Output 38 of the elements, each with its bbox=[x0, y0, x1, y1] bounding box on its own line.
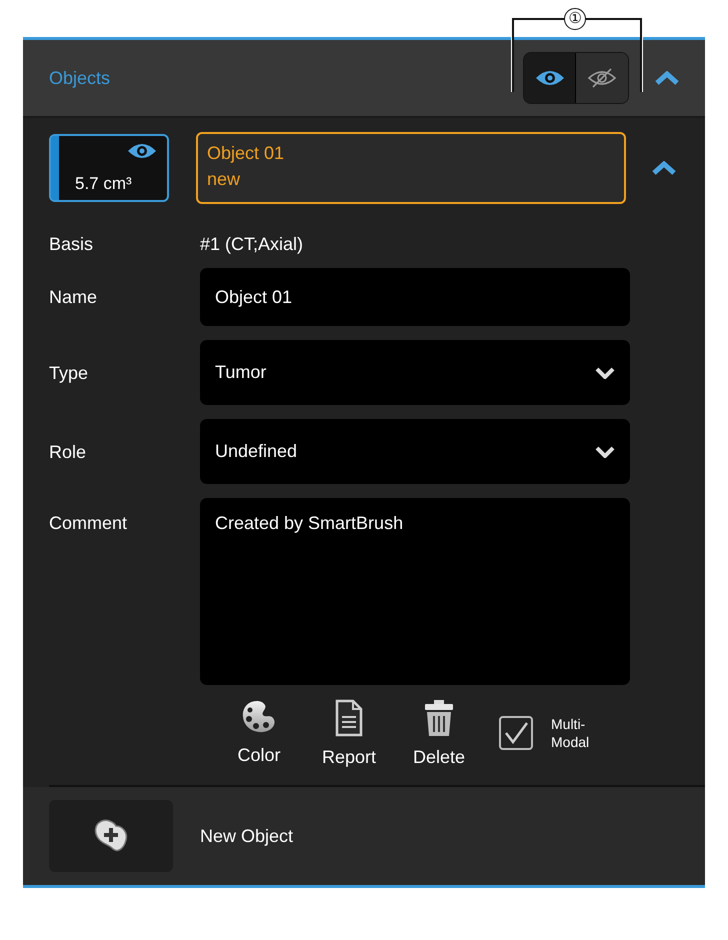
new-object-label: New Object bbox=[200, 826, 294, 846]
trash-icon bbox=[424, 699, 454, 737]
trash-button[interactable]: Delete bbox=[399, 695, 479, 772]
field-value: #1 (CT;Axial) bbox=[200, 234, 304, 254]
field-label: Name bbox=[49, 287, 98, 307]
object-card[interactable]: 5.7 cm³ bbox=[49, 134, 169, 202]
hide-button[interactable] bbox=[576, 53, 628, 103]
volume-value: 5.7 cm³ bbox=[74, 174, 132, 194]
object-name-card[interactable]: Object 01 new bbox=[196, 132, 626, 204]
palette-button[interactable]: Color bbox=[219, 695, 299, 770]
crossed-eye-icon bbox=[587, 68, 617, 88]
comment-field[interactable]: Created by SmartBrush bbox=[200, 498, 630, 685]
chevron-up-icon[interactable] bbox=[652, 161, 676, 175]
field-label: Comment bbox=[49, 513, 128, 533]
name-field[interactable]: Object 01 bbox=[200, 268, 630, 326]
field-label: Type bbox=[49, 362, 90, 382]
chevron-down-icon bbox=[595, 366, 615, 378]
chevron-up-icon[interactable] bbox=[655, 71, 679, 85]
action-label: Report bbox=[322, 747, 376, 768]
show-button[interactable] bbox=[524, 53, 576, 103]
dropdown[interactable]: Undefined bbox=[200, 419, 630, 484]
chevron-down-icon bbox=[595, 446, 615, 458]
field-label: Basis bbox=[49, 234, 94, 254]
action-label: Delete bbox=[412, 747, 466, 768]
new-object-button[interactable] bbox=[49, 800, 173, 872]
checkbox[interactable] bbox=[499, 716, 533, 750]
eye-icon bbox=[534, 69, 564, 87]
dropdown[interactable]: Tumor bbox=[200, 340, 630, 405]
palette-icon bbox=[241, 699, 277, 735]
checkbox-label: Multi-Modal bbox=[551, 715, 590, 751]
blob-plus-icon bbox=[92, 818, 130, 854]
document-button[interactable]: Report bbox=[309, 695, 389, 772]
action-label: Color bbox=[237, 745, 280, 766]
document-icon bbox=[335, 699, 363, 737]
panel-title: Objects bbox=[49, 68, 112, 88]
check-icon bbox=[503, 721, 529, 745]
field-label: Role bbox=[49, 442, 88, 462]
callout-number: ① bbox=[564, 8, 586, 30]
